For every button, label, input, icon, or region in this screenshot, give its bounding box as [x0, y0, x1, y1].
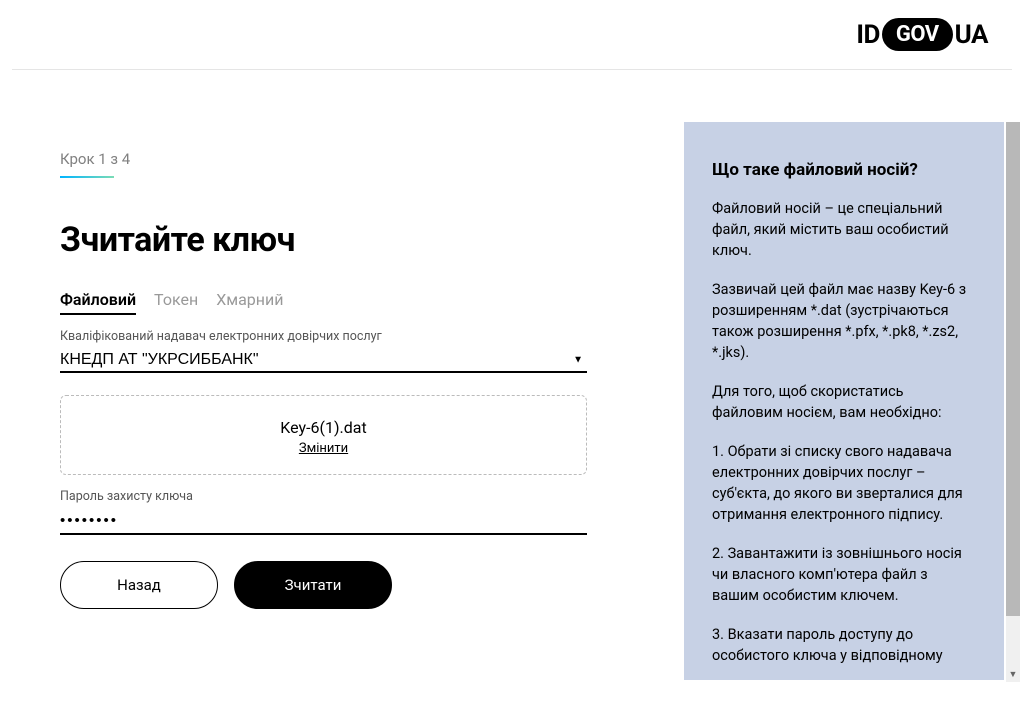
- read-button[interactable]: Зчитати: [234, 561, 392, 609]
- provider-select[interactable]: КНЕДП АТ "УКРСИББАНК": [60, 348, 587, 371]
- page-title: Зчитайте ключ: [60, 220, 600, 260]
- tab-cloud[interactable]: Хмарний: [216, 290, 283, 315]
- step-indicator: Крок 1 з 4: [60, 150, 600, 168]
- header: ID GOV UA: [12, 0, 1012, 70]
- help-paragraph: 1. Обрати зі списку свого надавача елект…: [712, 441, 976, 525]
- provider-label: Кваліфікований надавач електронних довір…: [60, 329, 600, 344]
- help-title: Що таке файловий носій?: [712, 160, 976, 180]
- help-sidebar: Що таке файловий носій? Файловий носій –…: [684, 122, 1004, 680]
- help-paragraph: Для того, щоб скористатись файловим носі…: [712, 381, 976, 423]
- password-label: Пароль захисту ключа: [60, 489, 587, 504]
- scrollbar[interactable]: [1006, 122, 1020, 682]
- button-row: Назад Зчитати: [60, 561, 600, 609]
- main-form: Крок 1 з 4 Зчитайте ключ Файловий Токен …: [0, 68, 600, 704]
- help-paragraph: Зазвичай цей файл має назву Key-6 з розш…: [712, 279, 976, 363]
- logo-id: ID: [856, 20, 880, 50]
- tabs: Файловий Токен Хмарний: [60, 290, 600, 315]
- file-dropzone[interactable]: Key-6(1).dat Змінити: [60, 395, 587, 475]
- selected-file-name: Key-6(1).dat: [61, 418, 586, 437]
- scroll-down-icon[interactable]: ▼: [1006, 668, 1020, 682]
- logo: ID GOV UA: [856, 18, 988, 51]
- scrollbar-thumb[interactable]: [1006, 122, 1020, 616]
- help-paragraph: Файловий носій – це спеціальний файл, як…: [712, 198, 976, 261]
- password-input[interactable]: [60, 508, 587, 535]
- help-paragraph: 3. Вказати пароль доступу до особистого …: [712, 624, 976, 666]
- change-file-link[interactable]: Змінити: [61, 441, 586, 456]
- tab-file[interactable]: Файловий: [60, 290, 136, 315]
- logo-ua: UA: [955, 20, 988, 50]
- tab-token[interactable]: Токен: [154, 290, 198, 315]
- step-progress: [60, 176, 114, 178]
- back-button[interactable]: Назад: [60, 561, 218, 609]
- logo-gov: GOV: [882, 18, 953, 51]
- help-paragraph: 2. Завантажити із зовнішнього носія чи в…: [712, 543, 976, 606]
